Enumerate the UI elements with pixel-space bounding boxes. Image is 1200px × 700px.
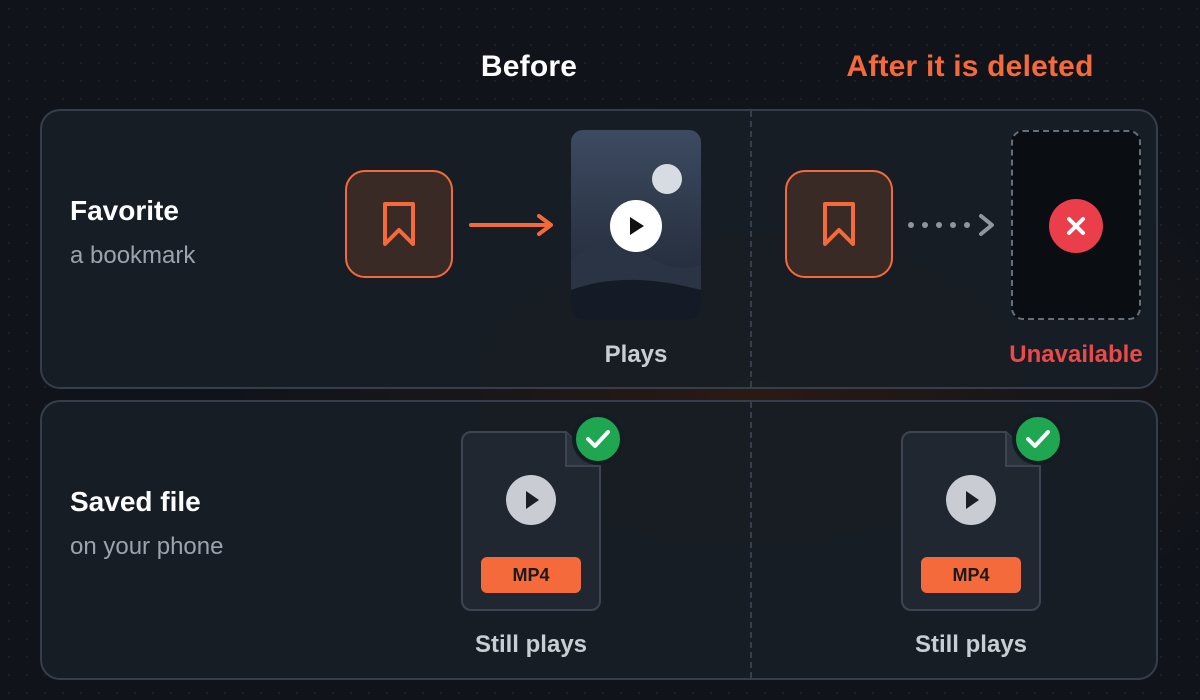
saved-file-title: Saved file <box>70 486 201 517</box>
success-badge <box>572 413 624 465</box>
play-button <box>506 475 556 525</box>
bookmark-button-after <box>785 170 893 278</box>
play-icon <box>966 491 979 509</box>
check-icon <box>1026 430 1050 448</box>
column-heading-after: After it is deleted <box>846 50 1094 83</box>
column-divider <box>750 402 752 678</box>
play-button <box>946 475 996 525</box>
saved-file-subtitle: on your phone <box>70 533 224 560</box>
favorite-row-panel: Favorite a bookmark Plays Unavailable <box>40 109 1158 389</box>
play-icon <box>526 491 539 509</box>
close-icon <box>1067 217 1085 235</box>
bookmark-icon <box>823 202 855 246</box>
unavailable-label: Unavailable <box>1009 341 1143 368</box>
play-button <box>610 200 662 252</box>
play-icon <box>630 217 644 235</box>
file-format-badge: MP4 <box>921 557 1021 593</box>
check-icon <box>586 430 610 448</box>
still-plays-label-after: Still plays <box>914 631 1028 658</box>
favorite-title: Favorite <box>70 195 179 226</box>
column-heading-before: Before <box>480 50 578 83</box>
video-thumbnail <box>571 130 701 320</box>
still-plays-label-before: Still plays <box>474 631 588 658</box>
arrow-right-icon <box>469 214 553 236</box>
favorite-subtitle: a bookmark <box>70 242 196 269</box>
dotted-arrow-icon <box>908 214 994 236</box>
saved-file-row-panel: Saved file on your phone MP4 Still plays <box>40 400 1158 680</box>
success-badge <box>1012 413 1064 465</box>
plays-label: Plays <box>604 341 668 368</box>
bookmark-icon <box>383 202 415 246</box>
bookmark-button-before <box>345 170 453 278</box>
error-badge <box>1049 199 1103 253</box>
file-format-badge: MP4 <box>481 557 581 593</box>
